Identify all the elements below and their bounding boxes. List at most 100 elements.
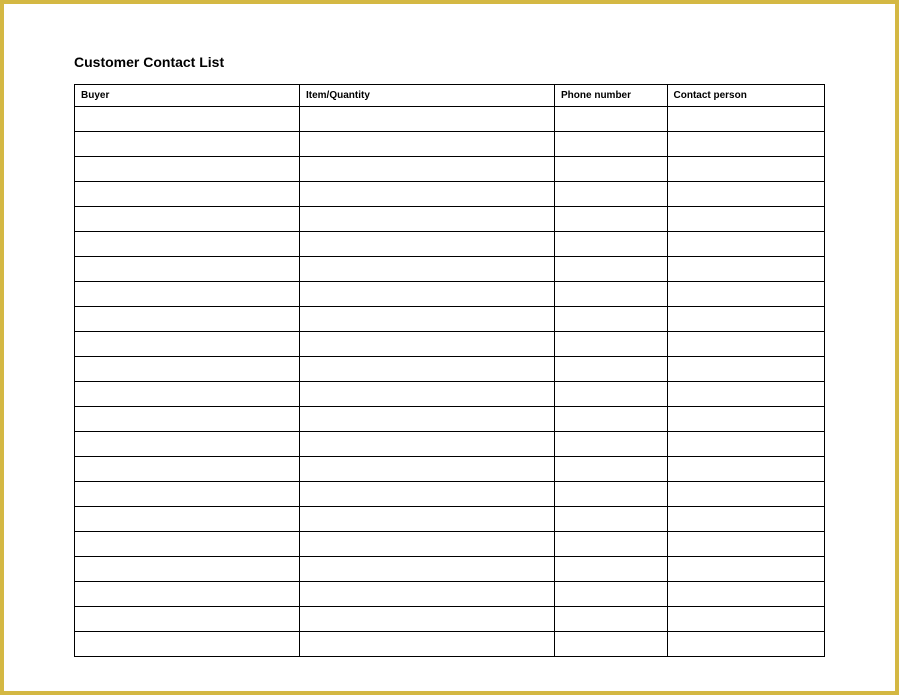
page-title: Customer Contact List bbox=[74, 54, 825, 70]
table-cell bbox=[300, 332, 555, 357]
table-row bbox=[75, 482, 825, 507]
table-cell bbox=[667, 257, 825, 282]
table-cell bbox=[555, 432, 668, 457]
table-cell bbox=[75, 582, 300, 607]
table-cell bbox=[75, 207, 300, 232]
table-cell bbox=[75, 382, 300, 407]
header-buyer: Buyer bbox=[75, 85, 300, 107]
table-cell bbox=[300, 457, 555, 482]
table-cell bbox=[75, 432, 300, 457]
table-row bbox=[75, 232, 825, 257]
table-cell bbox=[75, 507, 300, 532]
table-cell bbox=[667, 157, 825, 182]
table-cell bbox=[667, 482, 825, 507]
table-cell bbox=[667, 357, 825, 382]
table-cell bbox=[555, 107, 668, 132]
table-cell bbox=[75, 632, 300, 657]
table-cell bbox=[555, 282, 668, 307]
table-cell bbox=[75, 132, 300, 157]
table-cell bbox=[75, 532, 300, 557]
table-row bbox=[75, 457, 825, 482]
table-cell bbox=[75, 357, 300, 382]
table-cell bbox=[555, 382, 668, 407]
table-cell bbox=[555, 307, 668, 332]
table-cell bbox=[555, 407, 668, 432]
table-row bbox=[75, 582, 825, 607]
table-cell bbox=[555, 257, 668, 282]
table-row bbox=[75, 257, 825, 282]
table-cell bbox=[300, 182, 555, 207]
header-contact-person: Contact person bbox=[667, 85, 825, 107]
table-cell bbox=[667, 332, 825, 357]
table-row bbox=[75, 407, 825, 432]
table-cell bbox=[555, 582, 668, 607]
table-cell bbox=[555, 357, 668, 382]
table-cell bbox=[75, 232, 300, 257]
table-row bbox=[75, 607, 825, 632]
table-cell bbox=[75, 307, 300, 332]
table-cell bbox=[555, 607, 668, 632]
table-cell bbox=[667, 632, 825, 657]
table-cell bbox=[75, 182, 300, 207]
table-cell bbox=[667, 532, 825, 557]
table-cell bbox=[667, 207, 825, 232]
table-cell bbox=[300, 382, 555, 407]
table-cell bbox=[555, 457, 668, 482]
table-row bbox=[75, 332, 825, 357]
table-cell bbox=[300, 232, 555, 257]
table-cell bbox=[300, 132, 555, 157]
table-cell bbox=[300, 532, 555, 557]
table-row bbox=[75, 107, 825, 132]
table-cell bbox=[300, 407, 555, 432]
table-row bbox=[75, 282, 825, 307]
table-cell bbox=[300, 582, 555, 607]
table-cell bbox=[667, 557, 825, 582]
table-cell bbox=[667, 232, 825, 257]
table-cell bbox=[667, 382, 825, 407]
table-cell bbox=[300, 482, 555, 507]
table-row bbox=[75, 532, 825, 557]
table-header-row: Buyer Item/Quantity Phone number Contact… bbox=[75, 85, 825, 107]
table-cell bbox=[75, 457, 300, 482]
table-cell bbox=[300, 307, 555, 332]
header-item-quantity: Item/Quantity bbox=[300, 85, 555, 107]
table-cell bbox=[667, 607, 825, 632]
table-cell bbox=[300, 607, 555, 632]
table-cell bbox=[75, 257, 300, 282]
table-cell bbox=[75, 407, 300, 432]
table-cell bbox=[75, 482, 300, 507]
table-cell bbox=[667, 507, 825, 532]
contact-table: Buyer Item/Quantity Phone number Contact… bbox=[74, 84, 825, 657]
table-row bbox=[75, 557, 825, 582]
table-row bbox=[75, 307, 825, 332]
table-cell bbox=[75, 107, 300, 132]
table-cell bbox=[667, 432, 825, 457]
table-cell bbox=[300, 107, 555, 132]
table-row bbox=[75, 382, 825, 407]
table-cell bbox=[300, 257, 555, 282]
table-cell bbox=[300, 432, 555, 457]
table-cell bbox=[667, 107, 825, 132]
table-cell bbox=[555, 332, 668, 357]
table-cell bbox=[555, 507, 668, 532]
table-cell bbox=[300, 357, 555, 382]
table-cell bbox=[300, 632, 555, 657]
header-phone-number: Phone number bbox=[555, 85, 668, 107]
table-row bbox=[75, 632, 825, 657]
table-cell bbox=[300, 207, 555, 232]
table-cell bbox=[300, 282, 555, 307]
table-cell bbox=[300, 507, 555, 532]
table-cell bbox=[75, 157, 300, 182]
table-cell bbox=[300, 157, 555, 182]
table-cell bbox=[555, 632, 668, 657]
table-row bbox=[75, 132, 825, 157]
table-cell bbox=[75, 607, 300, 632]
table-cell bbox=[555, 132, 668, 157]
table-cell bbox=[555, 207, 668, 232]
table-cell bbox=[555, 532, 668, 557]
table-row bbox=[75, 432, 825, 457]
table-row bbox=[75, 157, 825, 182]
table-cell bbox=[667, 307, 825, 332]
table-cell bbox=[667, 457, 825, 482]
table-cell bbox=[555, 482, 668, 507]
